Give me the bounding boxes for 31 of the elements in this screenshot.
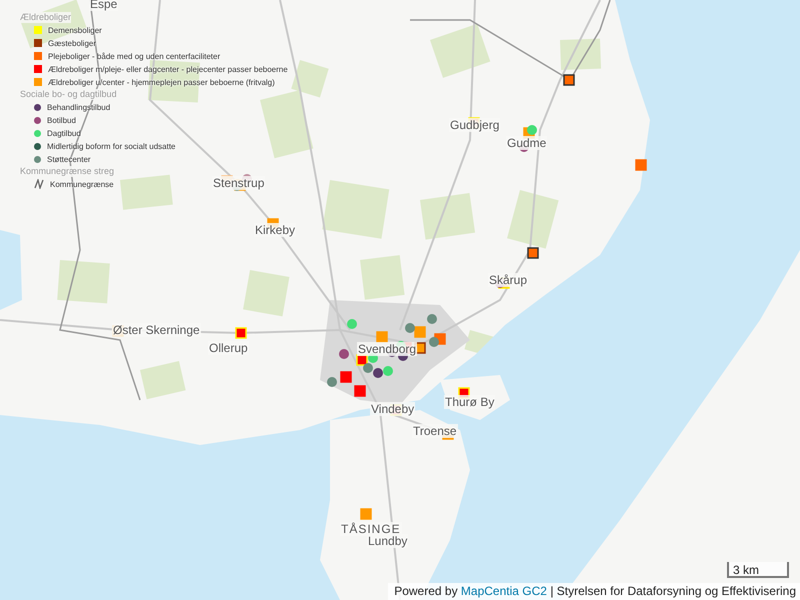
legend-label: Behandlingstilbud bbox=[47, 102, 110, 112]
place-label: Gudbjerg bbox=[449, 118, 500, 132]
legend-group-title: Sociale bo- og dagtilbud bbox=[20, 89, 117, 100]
scale-bar: 3 km bbox=[727, 562, 789, 578]
place-label: Svendborg bbox=[357, 342, 418, 356]
place-label: TÅSINGE bbox=[340, 522, 402, 536]
legend-group-title: Kommunegrænse streg bbox=[20, 166, 114, 177]
place-label: Øster Skerninge bbox=[112, 323, 201, 337]
place-label: Skårup bbox=[488, 273, 528, 287]
place-label: Stenstrup bbox=[212, 176, 266, 190]
place-label: Lundby bbox=[367, 534, 408, 548]
mapcentia-link[interactable]: MapCentia GC2 bbox=[460, 584, 547, 598]
legend-group-title: Ældreboliger bbox=[20, 12, 72, 23]
place-label: Gudme bbox=[506, 136, 548, 150]
legend-label: Dagtilbud bbox=[47, 128, 81, 138]
legend-label: Demensboliger bbox=[48, 26, 102, 34]
legend-label: Kommunegrænse bbox=[50, 180, 114, 188]
place-label: Kirkeby bbox=[254, 223, 296, 237]
place-label: Vindeby bbox=[370, 402, 416, 416]
attribution-text: Powered by MapCentia GC2 | Styrelsen for Dataforsyning og Effektivisering bbox=[388, 583, 800, 600]
legend-label: Ældreboliger m/pleje- eller dagcenter - plejecenter passer beboerne bbox=[48, 64, 288, 74]
legend-label: Botilbud bbox=[47, 116, 76, 124]
legend-label: Støttecenter bbox=[47, 154, 91, 164]
place-label: Ollerup bbox=[208, 341, 249, 355]
place-label: Troense bbox=[412, 424, 458, 438]
place-label: Thurø By bbox=[444, 395, 496, 409]
legend-label: Plejeboliger - både med og uden centerfaciliteter bbox=[48, 52, 220, 60]
place-label: Espe bbox=[89, 0, 118, 11]
legend-label: Gæsteboliger bbox=[48, 38, 96, 48]
legend-label: Midlertidig boform for socialt udsatte bbox=[47, 142, 176, 150]
legend-label: Ældreboliger u/center - hjemmeplejen passer beboerne (fritvalg) bbox=[48, 78, 275, 86]
